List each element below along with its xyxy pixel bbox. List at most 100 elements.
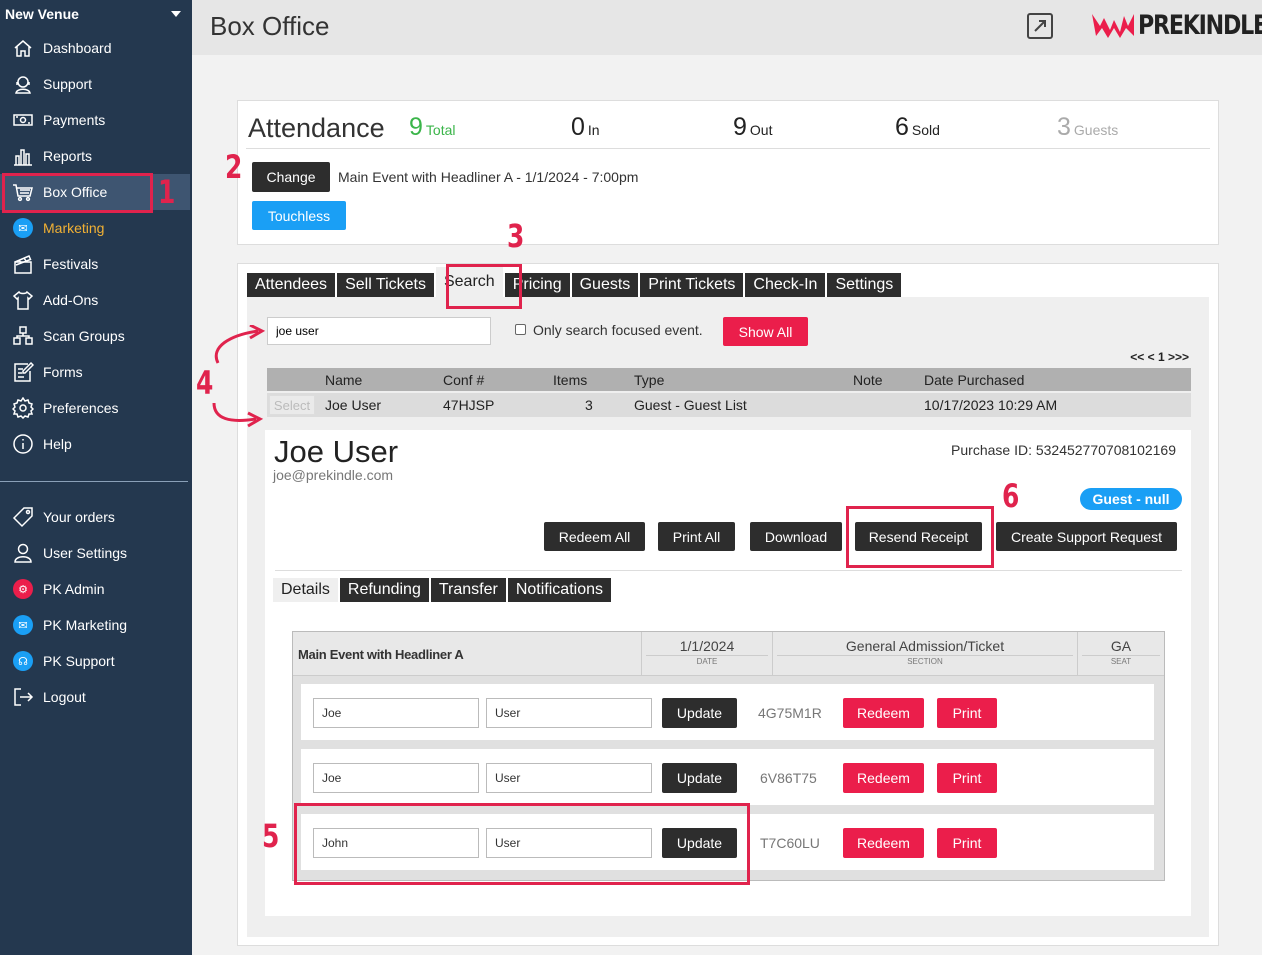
redeem-button[interactable]: Redeem <box>843 763 924 793</box>
redeem-button[interactable]: Redeem <box>843 698 924 728</box>
sidebar-item-pk-marketing[interactable]: ✉ PK Marketing <box>0 607 190 643</box>
top-header: Box Office PREKINDLE <box>192 0 1262 55</box>
last-name-field[interactable]: User <box>486 698 652 728</box>
sidebar-item-label: Forms <box>43 364 83 380</box>
create-support-request-button[interactable]: Create Support Request <box>996 522 1177 551</box>
stat-in: 0 In <box>571 113 600 141</box>
only-focused-label: Only search focused event. <box>533 322 703 338</box>
marketing-icon: ✉ <box>12 217 34 239</box>
admin-gear-icon: ⚙ <box>12 578 34 600</box>
tab-transfer[interactable]: Transfer <box>430 578 508 602</box>
annotation-number-6: 6 <box>1002 477 1020 515</box>
sidebar-item-forms[interactable]: Forms <box>0 354 190 390</box>
sidebar-item-reports[interactable]: Reports <box>0 138 190 174</box>
sidebar-item-logout[interactable]: Logout <box>0 679 190 715</box>
tab-attendees[interactable]: Attendees <box>247 273 338 297</box>
venue-selector[interactable]: New Venue <box>5 6 187 24</box>
tab-check-in[interactable]: Check-In <box>745 273 828 297</box>
col-name: Name <box>325 372 363 388</box>
last-name-field[interactable]: User <box>486 763 652 793</box>
sidebar-item-label: Logout <box>43 689 86 705</box>
change-event-button[interactable]: Change <box>252 162 330 192</box>
sidebar-item-label: Your orders <box>43 509 115 525</box>
marketing-icon: ✉ <box>12 614 34 636</box>
divider <box>275 570 1182 571</box>
cash-icon <box>12 109 34 131</box>
caret-down-icon <box>171 11 181 17</box>
sidebar-item-user-settings[interactable]: User Settings <box>0 535 190 571</box>
row-date: 10/17/2023 10:29 AM <box>924 397 1058 413</box>
ticket-row: Joe User Update 4G75M1R Redeem Print <box>301 684 1154 740</box>
pagination[interactable]: << < 1 >>> <box>1130 350 1189 364</box>
sidebar-item-label: Payments <box>43 112 106 128</box>
redeem-button[interactable]: Redeem <box>843 828 924 858</box>
tab-notifications[interactable]: Notifications <box>507 578 613 602</box>
sidebar-item-scan-groups[interactable]: Scan Groups <box>0 318 190 354</box>
sidebar-item-help[interactable]: Help <box>0 426 190 462</box>
gear-icon <box>12 397 34 419</box>
ticket-event-name: Main Event with Headliner A <box>298 647 464 662</box>
annotation-box-5 <box>294 803 750 885</box>
sidebar-item-label: Preferences <box>43 400 119 416</box>
headset-icon <box>12 73 34 95</box>
sidebar-item-payments[interactable]: Payments <box>0 102 190 138</box>
tab-refunding[interactable]: Refunding <box>339 578 431 602</box>
col-note: Note <box>853 372 883 388</box>
sidebar: New Venue Dashboard Support Payments Rep… <box>0 0 192 955</box>
sidebar-item-label: Dashboard <box>43 40 112 56</box>
sidebar-item-pk-support[interactable]: ☊ PK Support <box>0 643 190 679</box>
sidebar-item-label: Help <box>43 436 72 452</box>
sidebar-item-your-orders[interactable]: Your orders <box>0 499 190 535</box>
customer-name: Joe User <box>274 434 399 469</box>
row-type: Guest - Guest List <box>634 397 747 413</box>
search-input[interactable] <box>267 317 491 345</box>
show-all-button[interactable]: Show All <box>723 317 808 346</box>
print-button[interactable]: Print <box>937 763 997 793</box>
attendance-title: Attendance <box>248 113 385 143</box>
update-button[interactable]: Update <box>662 698 737 728</box>
print-all-button[interactable]: Print All <box>658 522 735 551</box>
expand-icon[interactable] <box>1026 12 1054 40</box>
select-button[interactable]: Select <box>269 395 315 415</box>
tab-details[interactable]: Details <box>273 578 340 602</box>
redeem-all-button[interactable]: Redeem All <box>544 522 645 551</box>
bar-chart-icon <box>12 145 34 167</box>
touchless-button[interactable]: Touchless <box>252 201 346 230</box>
only-focused-checkbox[interactable] <box>515 324 526 335</box>
annotation-box-1 <box>2 173 153 213</box>
sidebar-item-festivals[interactable]: Festivals <box>0 246 190 282</box>
tab-sell-tickets[interactable]: Sell Tickets <box>337 273 436 297</box>
divider <box>246 148 1210 149</box>
first-name-field[interactable]: Joe <box>313 763 479 793</box>
table-row[interactable]: Select Joe User 47HJSP 3 Guest - Guest L… <box>267 393 1191 417</box>
tshirt-icon <box>12 289 34 311</box>
col-date: Date Purchased <box>924 372 1025 388</box>
results-header: Name Conf # Items Type Note Date Purchas… <box>267 368 1191 391</box>
sidebar-item-marketing[interactable]: ✉ Marketing <box>0 210 190 246</box>
sidebar-item-dashboard[interactable]: Dashboard <box>0 30 190 66</box>
print-button[interactable]: Print <box>937 828 997 858</box>
sidebar-item-pk-admin[interactable]: ⚙ PK Admin <box>0 571 190 607</box>
ticket-date: 1/1/2024 DATE <box>641 632 772 676</box>
sidebar-item-add-ons[interactable]: Add-Ons <box>0 282 190 318</box>
annotation-box-3 <box>446 264 522 309</box>
row-name: Joe User <box>325 397 382 413</box>
tab-print-tickets[interactable]: Print Tickets <box>640 273 746 297</box>
sidebar-item-support[interactable]: Support <box>0 66 190 102</box>
clapperboard-icon <box>12 253 34 275</box>
box-office-tabs: Attendees Sell Tickets Search Pricing Gu… <box>247 267 904 297</box>
tab-guests[interactable]: Guests <box>571 273 641 297</box>
attendance-card: Attendance 9 Total 0 In 9 Out 6 Sold 3 G… <box>237 100 1219 245</box>
sidebar-item-preferences[interactable]: Preferences <box>0 390 190 426</box>
sidebar-item-label: PK Support <box>43 653 115 669</box>
page-title: Box Office <box>210 11 330 41</box>
focused-event-label: Main Event with Headliner A - 1/1/2024 -… <box>338 169 639 185</box>
print-button[interactable]: Print <box>937 698 997 728</box>
download-button[interactable]: Download <box>750 522 842 551</box>
user-icon <box>12 542 34 564</box>
update-button[interactable]: Update <box>662 763 737 793</box>
first-name-field[interactable]: Joe <box>313 698 479 728</box>
sidebar-item-label: Festivals <box>43 256 99 272</box>
tab-settings[interactable]: Settings <box>827 273 904 297</box>
scanner-group-icon <box>12 325 34 347</box>
